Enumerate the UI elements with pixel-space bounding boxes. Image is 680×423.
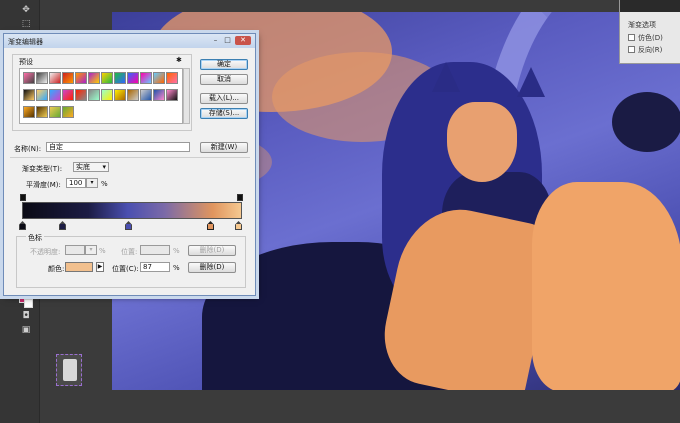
delete-button-disabled[interactable]: 删除(D) [188, 245, 236, 256]
preset-swatch[interactable] [49, 72, 61, 84]
location-unit: % [173, 264, 180, 272]
opacity-stop-left[interactable] [20, 194, 26, 201]
gradient-options-panel: 渐变选项 仿色(D) 反向(R) [619, 0, 680, 64]
presets-scrollbar[interactable] [183, 68, 190, 124]
location-label: 位置(C): [112, 265, 139, 273]
face-shape [447, 102, 517, 182]
cat-ear-left-shape [432, 62, 460, 92]
preset-swatch[interactable] [75, 89, 87, 101]
gradient-type-select[interactable]: 实底 ▾ [73, 162, 109, 172]
preset-swatch[interactable] [88, 72, 100, 84]
preset-swatch[interactable] [62, 72, 74, 84]
opacity-stop-right[interactable] [237, 194, 243, 201]
presets-group: 预设 ✱ [12, 54, 192, 131]
delete-button[interactable]: 删除(D) [188, 262, 236, 273]
dialog-titlebar[interactable]: 渐变编辑器 – □ ✕ [4, 34, 255, 48]
cat-ear-right-shape [517, 67, 545, 97]
gradient-type-label: 渐变类型(T): [22, 165, 63, 173]
preset-swatch[interactable] [166, 89, 178, 101]
ok-button[interactable]: 确定 [200, 59, 248, 70]
load-button[interactable]: 载入(L)... [200, 93, 248, 104]
location-field-disabled[interactable] [140, 245, 170, 255]
opacity-dropdown-icon[interactable]: ▾ [85, 245, 97, 255]
preset-swatch[interactable] [140, 72, 152, 84]
location-unit-disabled: % [173, 247, 180, 255]
opacity-field[interactable] [65, 245, 85, 255]
preset-swatch[interactable] [101, 89, 113, 101]
play-arrow-icon[interactable]: ▶ [96, 262, 104, 272]
right-sleeve-shape [532, 182, 680, 390]
preset-swatch[interactable] [36, 89, 48, 101]
name-label: 名称(N): [14, 145, 42, 153]
preset-swatch[interactable] [23, 72, 35, 84]
gradient-options-title: 渐变选项 [628, 21, 656, 29]
smoothness-label: 平滑度(M): [26, 181, 61, 189]
marquee-tool-icon[interactable]: ⬚ [20, 18, 32, 30]
tree-foliage-shape [612, 92, 680, 152]
color-label: 颜色: [48, 265, 65, 273]
preset-swatch[interactable] [88, 89, 100, 101]
color-stop-selected[interactable] [207, 221, 214, 230]
smoothness-field[interactable]: 100 [66, 178, 86, 188]
color-stop[interactable] [125, 221, 132, 230]
preset-swatch[interactable] [23, 106, 35, 118]
preset-swatch[interactable] [36, 106, 48, 118]
preset-swatch[interactable] [62, 106, 74, 118]
preset-swatch-grid[interactable] [19, 68, 183, 124]
preset-swatch[interactable] [127, 72, 139, 84]
opacity-unit: % [99, 247, 106, 255]
color-stop[interactable] [59, 221, 66, 230]
preset-swatch[interactable] [49, 89, 61, 101]
new-button[interactable]: 新建(W) [200, 142, 248, 153]
location-label-disabled: 位置: [121, 248, 138, 256]
dialog-title: 渐变编辑器 [8, 38, 43, 46]
gradient-editor-dialog: 渐变编辑器 – □ ✕ 预设 ✱ 确定 取消 载入(L)... 存储(S)...… [3, 33, 256, 296]
preset-swatch[interactable] [101, 72, 113, 84]
reverse-label: 反向(R) [638, 46, 663, 54]
gear-icon[interactable]: ✱ [176, 56, 182, 64]
stops-group-label: 色标 [26, 233, 44, 243]
reverse-checkbox[interactable]: 反向(R) [628, 45, 662, 55]
presets-label: 预设 [19, 58, 33, 66]
smoothness-unit: % [101, 180, 108, 188]
gradient-type-value: 实底 [76, 163, 90, 171]
dither-label: 仿色(D) [638, 34, 663, 42]
preset-swatch[interactable] [36, 72, 48, 84]
move-tool-icon[interactable]: ✥ [20, 4, 32, 16]
preset-swatch[interactable] [23, 89, 35, 101]
selection-thumbnail [56, 354, 82, 386]
save-button[interactable]: 存储(S)... [200, 108, 248, 119]
preset-swatch[interactable] [62, 89, 74, 101]
quick-mask-icon[interactable]: ◘ [20, 310, 32, 322]
gradient-preview-bar[interactable] [22, 202, 242, 219]
preset-swatch[interactable] [166, 72, 178, 84]
preset-swatch[interactable] [49, 106, 61, 118]
close-icon[interactable]: ✕ [235, 36, 251, 45]
cancel-button[interactable]: 取消 [200, 74, 248, 85]
maximize-icon[interactable]: □ [222, 36, 233, 45]
smoothness-dropdown-icon[interactable]: ▾ [86, 178, 98, 188]
minimize-icon[interactable]: – [210, 36, 221, 45]
chevron-down-icon: ▾ [102, 163, 106, 171]
name-field[interactable]: 自定 [46, 142, 190, 152]
color-stop[interactable] [19, 221, 26, 230]
preset-swatch[interactable] [114, 72, 126, 84]
dither-checkbox[interactable]: 仿色(D) [628, 33, 663, 43]
background-color-swatch[interactable] [24, 299, 33, 308]
location-field[interactable]: 87 [140, 262, 170, 272]
color-stop[interactable] [235, 221, 242, 230]
opacity-label: 不透明度: [30, 248, 61, 256]
preset-swatch[interactable] [140, 89, 152, 101]
preset-swatch[interactable] [153, 72, 165, 84]
divider [10, 157, 250, 158]
preset-swatch[interactable] [153, 89, 165, 101]
stop-color-chip[interactable] [65, 262, 93, 272]
preset-swatch[interactable] [114, 89, 126, 101]
screen-mode-icon[interactable]: ▣ [20, 324, 32, 336]
preset-swatch[interactable] [75, 72, 87, 84]
preset-swatch[interactable] [127, 89, 139, 101]
